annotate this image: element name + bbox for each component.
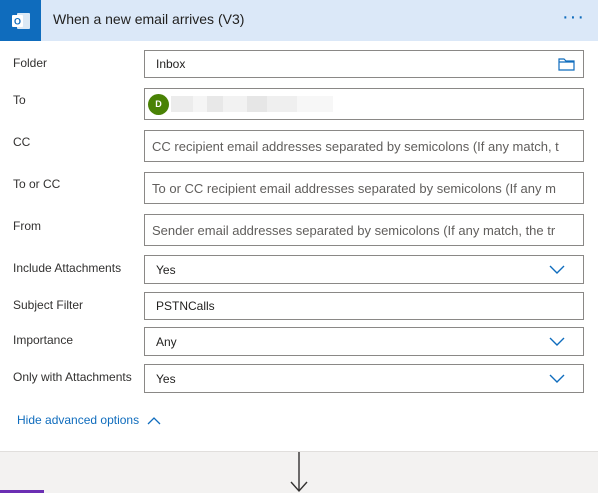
only-with-attachments-value: Yes bbox=[156, 371, 176, 386]
include-attachments-select[interactable]: Yes bbox=[144, 255, 584, 284]
outlook-icon: O bbox=[0, 0, 41, 41]
folder-value: Inbox bbox=[156, 57, 186, 71]
to-or-cc-field[interactable]: To or CC recipient email addresses separ… bbox=[144, 172, 584, 204]
svg-text:O: O bbox=[13, 16, 20, 26]
more-options-icon[interactable]: ··· bbox=[562, 6, 585, 29]
chevron-down-icon[interactable] bbox=[549, 373, 565, 387]
folder-field[interactable]: Inbox bbox=[144, 50, 584, 78]
card-header[interactable]: O When a new email arrives (V3) ··· bbox=[0, 0, 598, 41]
subject-filter-label: Subject Filter bbox=[13, 298, 84, 312]
trigger-card: O When a new email arrives (V3) ··· Fold… bbox=[0, 0, 598, 451]
to-field[interactable]: D bbox=[144, 88, 584, 120]
hide-advanced-options-label: Hide advanced options bbox=[17, 413, 140, 427]
chevron-down-icon[interactable] bbox=[549, 336, 565, 350]
hide-advanced-options-link[interactable]: Hide advanced options bbox=[17, 413, 161, 427]
to-or-cc-label: To or CC bbox=[13, 177, 61, 191]
flow-connector-area bbox=[0, 451, 598, 493]
from-label: From bbox=[13, 219, 41, 233]
card-title: When a new email arrives (V3) bbox=[53, 11, 245, 27]
chevron-down-icon[interactable] bbox=[549, 264, 565, 278]
cc-placeholder: CC recipient email addresses separated b… bbox=[152, 138, 559, 154]
only-with-attachments-label: Only with Attachments bbox=[13, 370, 132, 384]
avatar: D bbox=[148, 93, 169, 115]
only-with-attachments-select[interactable]: Yes bbox=[144, 364, 584, 393]
importance-select[interactable]: Any bbox=[144, 327, 584, 356]
chevron-up-icon bbox=[147, 416, 161, 424]
arrow-down-icon bbox=[290, 452, 308, 493]
importance-label: Importance bbox=[13, 333, 74, 347]
redacted-recipient bbox=[171, 96, 333, 112]
subject-filter-value: PSTNCalls bbox=[156, 299, 215, 313]
subject-filter-field[interactable]: PSTNCalls bbox=[144, 292, 584, 320]
importance-value: Any bbox=[156, 334, 177, 349]
to-or-cc-placeholder: To or CC recipient email addresses separ… bbox=[152, 180, 556, 196]
include-attachments-value: Yes bbox=[156, 262, 176, 277]
cc-label: CC bbox=[13, 135, 31, 149]
folder-label: Folder bbox=[13, 56, 48, 70]
cc-field[interactable]: CC recipient email addresses separated b… bbox=[144, 130, 584, 162]
folder-picker-icon[interactable] bbox=[558, 57, 575, 74]
include-attachments-label: Include Attachments bbox=[13, 261, 122, 275]
from-placeholder: Sender email addresses separated by semi… bbox=[152, 222, 556, 238]
to-label: To bbox=[13, 93, 26, 107]
from-field[interactable]: Sender email addresses separated by semi… bbox=[144, 214, 584, 246]
